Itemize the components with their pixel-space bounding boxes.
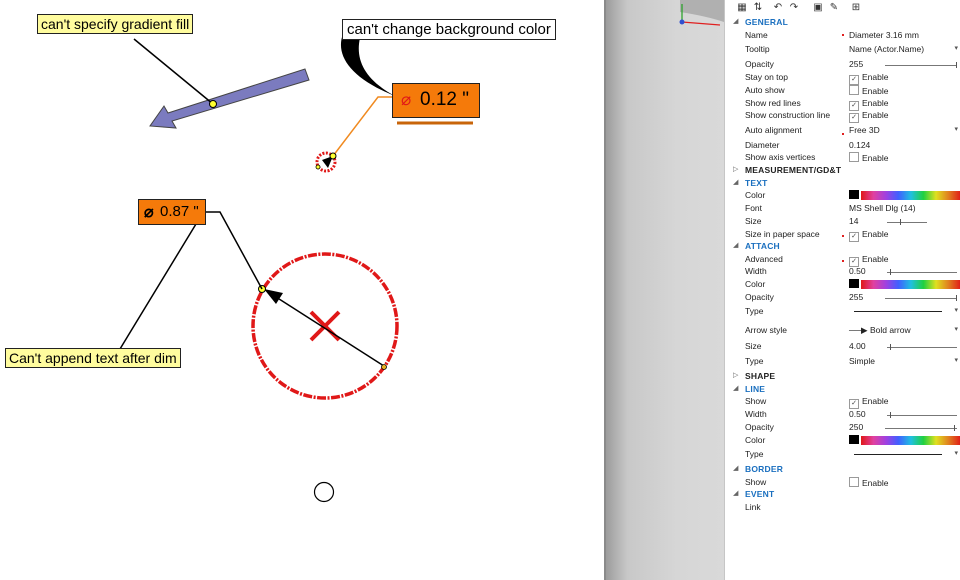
categorized-icon[interactable]: ▦ [735, 1, 749, 15]
gradient-callout[interactable]: can't specify gradient fill [37, 14, 194, 34]
collapse-icon: ◢ [733, 18, 739, 25]
prop-auto-show[interactable]: Auto show Enable [725, 84, 960, 97]
sort-az-icon[interactable]: ⇅ [751, 1, 765, 15]
checkbox-unchecked[interactable] [849, 85, 859, 95]
background-callout-pointer [340, 34, 395, 96]
prop-arrow-style[interactable]: Arrow style ──▶ Bold arrow ▾ [725, 324, 960, 337]
small-circle-point-2[interactable] [315, 164, 321, 170]
prop-line-opacity[interactable]: Opacity 250 [725, 421, 960, 434]
color-gradient-picker[interactable] [861, 191, 960, 200]
dropdown-icon[interactable]: ▾ [954, 44, 958, 52]
append-text-leader [119, 223, 197, 350]
background-callout[interactable]: can't change background color [342, 19, 556, 40]
top-dimension-value: 0.12 " [420, 89, 470, 110]
diameter-symbol-icon: ⌀ [401, 90, 412, 109]
prop-attach-opacity[interactable]: Opacity 255 [725, 291, 960, 304]
bold-arrow-icon: ──▶ [849, 325, 870, 335]
top-dim-leader [332, 96, 392, 157]
pin-icon[interactable]: ✎ [827, 1, 841, 15]
properties-icon[interactable]: ▣ [811, 1, 825, 15]
export-icon[interactable]: ⊞ [849, 1, 863, 15]
property-toolbar: ▦ ⇅ ↶ ↷ ▣ ✎ ⊞ [725, 0, 960, 16]
redo-icon[interactable]: ↷ [787, 1, 801, 15]
collapse-icon: ◢ [733, 465, 739, 472]
prop-attach-width[interactable]: Width 0.50 [725, 265, 960, 278]
expand-icon: ▷ [733, 372, 739, 379]
gradient-leader-point[interactable] [209, 100, 217, 108]
prop-show-axis-vertices[interactable]: Show axis vertices Enable [725, 151, 960, 164]
gradient-leader-line [133, 38, 214, 105]
prop-stay-on-top[interactable]: Stay on top ✓ Enable [725, 71, 960, 85]
property-panel: ▦ ⇅ ↶ ↷ ▣ ✎ ⊞ ◢ GENERAL Name Diameter 3.16… [724, 0, 960, 580]
diameter-symbol-icon: ⌀ [144, 204, 154, 221]
prop-attach-type[interactable]: Type ▾ [725, 305, 960, 318]
prop-attach-color[interactable]: Color [725, 278, 960, 291]
prop-show-construction-line[interactable]: Show construction line ✓ Enable [725, 109, 960, 123]
circle-dimension-value: 0.87 " [160, 203, 199, 220]
diameter-arrowhead [264, 289, 283, 304]
line-style-sample [854, 311, 942, 312]
drawing-svg [119, 34, 473, 503]
collapse-icon: ◢ [733, 385, 739, 392]
checkbox-unchecked[interactable] [849, 152, 859, 162]
color-swatch[interactable] [849, 279, 859, 288]
prop-arrow-type[interactable]: Type Simple ▾ [725, 355, 960, 368]
dropdown-icon[interactable]: ▾ [954, 449, 958, 457]
section-measurement[interactable]: ▷ MEASUREMENT/GD&T [725, 164, 960, 177]
dropdown-icon[interactable]: ▾ [954, 125, 958, 133]
gizmo-disc [680, 0, 724, 22]
prop-opacity[interactable]: Opacity 255 [725, 58, 960, 71]
append-text-callout[interactable]: Can't append text after dim [5, 348, 181, 368]
circle-dim-leader [205, 211, 263, 290]
collapse-icon: ◢ [733, 179, 739, 186]
top-dimension-label[interactable]: ⌀ 0.12 " [392, 83, 480, 118]
dropdown-icon[interactable]: ▾ [954, 325, 958, 333]
color-gradient-picker[interactable] [861, 436, 960, 445]
section-attach[interactable]: ◢ ATTACH [725, 240, 960, 253]
axis-gizmo [679, 0, 724, 26]
section-shape[interactable]: ▷ SHAPE [725, 370, 960, 383]
line-style-sample [854, 454, 942, 455]
prop-line-color[interactable]: Color [725, 434, 960, 447]
small-circle-point[interactable] [329, 152, 337, 160]
empty-circle[interactable] [313, 481, 335, 503]
prop-tooltip[interactable]: Tooltip Name (Actor.Name) ▾ [725, 43, 960, 56]
checkbox-checked[interactable]: ✓ [849, 113, 859, 123]
section-event[interactable]: ◢ EVENT [725, 488, 960, 501]
origin-point [679, 19, 685, 25]
collapse-icon: ◢ [733, 242, 739, 249]
purple-arrow-shape[interactable] [149, 68, 310, 129]
prop-line-width[interactable]: Width 0.50 [725, 408, 960, 421]
prop-text-color[interactable]: Color [725, 189, 960, 202]
prop-link[interactable]: Link [725, 501, 960, 514]
prop-auto-alignment[interactable]: Auto alignment Free 3D ▾ [725, 124, 960, 137]
checkbox-unchecked[interactable] [849, 477, 859, 487]
x-axis-line [681, 21, 721, 26]
collapse-icon: ◢ [733, 490, 739, 497]
color-swatch[interactable] [849, 435, 859, 444]
prop-name[interactable]: Name Diameter 3.16 mm [725, 29, 960, 42]
prop-line-show[interactable]: Show ✓ Enable [725, 395, 960, 409]
color-gradient-picker[interactable] [861, 280, 960, 289]
expand-icon: ▷ [733, 166, 739, 173]
circle-dimension-label[interactable]: ⌀ 0.87 " [138, 199, 206, 225]
viewport-background [606, 0, 724, 580]
section-general[interactable]: ◢ GENERAL [725, 16, 960, 29]
color-swatch[interactable] [849, 190, 859, 199]
drawing-canvas[interactable]: can't specify gradient fill can't change… [0, 0, 604, 580]
prop-text-font[interactable]: Font MS Shell Dlg (14) [725, 202, 960, 215]
prop-line-type[interactable]: Type ▾ [725, 448, 960, 461]
dropdown-icon[interactable]: ▾ [954, 356, 958, 364]
undo-icon[interactable]: ↶ [771, 1, 785, 15]
diameter-point-b[interactable] [381, 364, 387, 370]
section-border[interactable]: ◢ BORDER [725, 463, 960, 476]
dropdown-icon[interactable]: ▾ [954, 306, 958, 314]
diameter-line [275, 296, 385, 367]
prop-arrow-size[interactable]: Size 4.00 [725, 340, 960, 353]
prop-text-size[interactable]: Size 14 [725, 215, 960, 228]
